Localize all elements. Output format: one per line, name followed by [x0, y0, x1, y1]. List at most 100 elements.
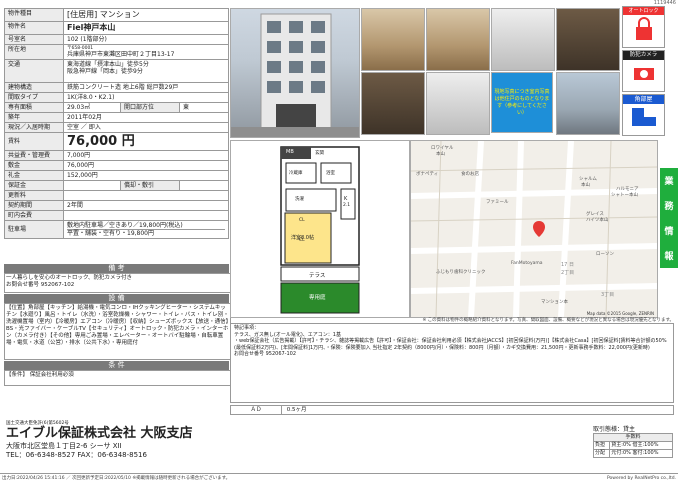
plan-genkan: 玄関	[315, 151, 324, 156]
side-tab-char-2: 務	[664, 202, 674, 212]
built-label: 築年	[4, 112, 64, 123]
address-label: 所在地	[4, 44, 64, 60]
map-label-13: FanMotoyama	[511, 261, 543, 266]
plan-k-size: 2.1	[343, 203, 351, 208]
ad-row: ＡＤ 0.5ヶ月	[230, 405, 674, 415]
room-label: 号室名	[4, 34, 64, 45]
map-label-6: 本山	[581, 183, 590, 188]
structure-value: 鉄筋コンクリート造 地上6階 総戸数29戸	[63, 82, 229, 93]
koshin-value	[63, 190, 229, 201]
joken-title: 条 件	[4, 361, 229, 370]
map: ロワイヤル 本山 ボナペティ 食のお店 シャルム 本山 ハルモニア シャトー本山…	[410, 140, 658, 318]
rei-label: 礼金	[4, 170, 64, 181]
autolock-badge: オートロック	[622, 6, 665, 48]
plan-kitchen: 冷蔵庫	[289, 171, 303, 176]
layout-label: 間取タイプ	[4, 92, 64, 103]
room-photo-3	[491, 8, 555, 71]
kyakubiki-value	[179, 180, 229, 191]
rei-value: 152,000円	[63, 170, 229, 181]
map-label-12: ふじもり歯科クリニック	[436, 270, 486, 275]
type-value: [住居用] マンション	[63, 8, 229, 22]
room-photo-6	[426, 72, 490, 135]
kado-badge: 角部屋	[622, 94, 665, 136]
map-label-16: 17 日	[561, 262, 574, 268]
name-value: Fiel神戸本山	[63, 21, 229, 35]
name-label: 物件名	[4, 21, 64, 35]
parking-line1: 敷地内駐車場／空きあり／19,800円(税込)	[67, 222, 183, 229]
camera-label: 防犯カメラ	[623, 51, 664, 60]
flyer-page: 1119446 物件種目 [住居用] マンション 物件名 Fiel神戸本山 号室名 1…	[0, 0, 678, 483]
map-label-17: 2丁目	[561, 270, 575, 276]
map-roads	[411, 141, 657, 317]
side-tab-char-3: 情	[664, 227, 674, 237]
transaction-title: 取引態様：貸主	[593, 426, 636, 433]
built-value: 2011年02月	[63, 112, 229, 123]
fee-table: 手数料 負担 貸主:0% 借主:100% 分配 元付:0% 客付:100%	[592, 433, 673, 458]
plan-garden: 専用庭	[309, 295, 326, 301]
area-label: 専有面積	[4, 102, 64, 113]
map-label-8: シャトー本山	[611, 193, 638, 198]
plan-sento: 洗濯	[295, 197, 304, 202]
building-illustration	[231, 13, 359, 137]
keiyaku-label: 契約期間	[4, 200, 64, 211]
chonai-value	[63, 210, 229, 221]
joken-text: 【条件】 保証会社利用必須	[4, 370, 231, 386]
ad-label: ＡＤ	[231, 406, 282, 415]
ad-value: 0.5ヶ月	[286, 407, 307, 413]
map-label-18: 3丁目	[601, 292, 615, 298]
map-label-14: ローソン	[596, 252, 614, 257]
plan-bath: 浴室	[326, 171, 335, 176]
property-table: 物件種目 [住居用] マンション 物件名 Fiel神戸本山 号室名 102 (1階部分…	[4, 8, 229, 239]
room-photo-5	[361, 72, 425, 135]
kyoeki-value: 7,000円	[63, 150, 229, 161]
parking-line2: 平置・舗装・空有り・19,800円	[67, 229, 225, 237]
location-pin-icon	[533, 221, 545, 237]
room-photo-2	[426, 8, 490, 71]
map-label-11: ハイツ本山	[586, 218, 609, 223]
shiki-label: 敷金	[4, 160, 64, 171]
shiki-value: 76,000円	[63, 160, 229, 171]
area-value: 29.03㎡	[63, 102, 121, 113]
autolock-label: オートロック	[623, 7, 664, 15]
rent-value: 76,000 円	[63, 132, 229, 151]
opening-label: 開口部方位	[120, 102, 180, 113]
map-label-4: 食のお店	[461, 172, 479, 177]
floor-plan-drawing	[280, 146, 360, 314]
map-label-9: ファミール	[486, 200, 509, 205]
map-credit: Map data ©2015 Google, ZENRIN	[586, 311, 654, 316]
fee-row2-label: 分配	[592, 449, 611, 458]
plan-terrace: テラス	[309, 273, 326, 279]
company-address: 大阪市北区堂島１丁目2-6 シーサ XII	[6, 442, 122, 450]
hosho-label: 保証金	[4, 180, 64, 191]
corner-room-icon	[631, 108, 656, 126]
traffic-line2: 阪急神戸線「岡本」徒歩9分	[67, 68, 143, 75]
kyakubiki-label: 償却・敷引	[120, 180, 180, 191]
setsubi-text: 【位置】角部屋【キッチン】給湯機・電気コンロ・IHクッキングヒーター・システムキ…	[4, 303, 231, 360]
transaction-box: 取引態様：貸主 手数料 負担 貸主:0% 借主:100% 分配 元付:0% 客付:1…	[592, 424, 673, 458]
business-info-tab[interactable]: 業 務 情 報	[660, 168, 678, 268]
biko-box: 一人暮らしを安心のオートロック、防犯カメラ付き お問合せ番号 952067-10…	[4, 273, 231, 293]
type-label: 物件種目	[4, 8, 64, 22]
plan-mb: MB	[286, 149, 294, 155]
traffic-line1: 東海道線「摂津本山」徒歩5分	[67, 61, 149, 68]
biko-text1: 一人暮らしを安心のオートロック、防犯カメラ付き	[6, 275, 133, 281]
plan-cl1: CL	[299, 218, 305, 223]
company-name: エイブル保証株式会社 大阪支店	[6, 426, 193, 441]
parking-label: 駐車場	[4, 220, 64, 239]
notes-box: 特記事項： テラス、ガス無し(オール電化)、エアコン：1基 ・web保証会社（広…	[230, 323, 674, 403]
notes-text: テラス、ガス無し(オール電化)、エアコン：1基 ・web保証会社（広告掲載）【許…	[234, 331, 667, 358]
setsubi-title: 設 備	[4, 294, 229, 303]
footer-left: 出力日:2022/04/26 15:41:16 ／ 次回更新予定日:2022/0…	[2, 476, 231, 481]
hosho-value	[63, 180, 121, 191]
structure-label: 建物構造	[4, 82, 64, 93]
room-value: 102 (1階部分)	[63, 34, 229, 45]
room-photo-1	[361, 8, 425, 71]
fee-row2-value: 元付:0% 客付:100%	[609, 449, 673, 458]
chonai-label: 町内会費	[4, 210, 64, 221]
company-block: 国土交通大臣免許(6)第5602号 エイブル保証株式会社 大阪支店 大阪市北区堂…	[6, 420, 193, 460]
fee-row1-value: 貸主:0% 借主:100%	[609, 441, 673, 450]
camera-badge: 防犯カメラ	[622, 50, 665, 92]
fee-row1-label: 負担	[592, 441, 611, 450]
opening-value: 東	[179, 102, 229, 113]
biko-text2: お問合せ番号 952067-102	[6, 282, 75, 288]
